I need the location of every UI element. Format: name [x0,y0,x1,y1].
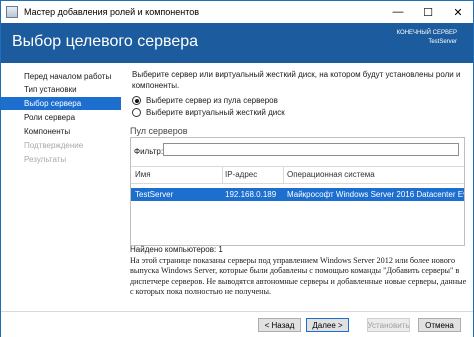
back-button[interactable]: < Назад [258,318,301,332]
step-server-selection[interactable]: Выбор сервера [1,97,121,110]
radio-selected-icon[interactable] [132,96,141,105]
destination-server: КОНЕЧНЫЙ СЕРВЕР TestServer [397,29,457,47]
radio-unselected-icon[interactable] [132,108,141,117]
destination-server-name: TestServer [428,39,457,45]
option-virtual-disk[interactable]: Выберите виртуальный жесткий диск [132,107,285,118]
wizard-steps: Перед началом работы Тип установки Выбор… [1,63,121,311]
step-before-you-begin[interactable]: Перед началом работы [1,70,121,83]
column-divider[interactable] [283,167,284,183]
server-table-header: Имя IP-адрес Операционная система [131,166,464,184]
filter-input[interactable] [163,143,459,156]
wizard-window: Мастер добавления ролей и компонентов — … [0,0,474,337]
option-server-pool-label: Выберите сервер из пула серверов [146,96,278,105]
filter-label: Фильтр: [134,147,164,156]
window-controls: — ☐ ✕ [383,1,473,23]
column-divider[interactable] [222,167,223,183]
option-server-pool[interactable]: Выберите сервер из пула серверов [132,95,278,106]
step-server-roles[interactable]: Роли сервера [1,111,121,124]
maximize-button[interactable]: ☐ [413,1,443,23]
install-button: Установить [367,318,410,332]
column-name[interactable]: Имя [135,170,151,179]
next-button[interactable]: Далее > [306,318,349,332]
page-title: Выбор целевого сервера [12,33,199,50]
cell-ip: 192.168.0.189 [225,190,277,199]
cell-os: Майкрософт Windows Server 2016 Datacente… [287,190,464,199]
description-text: Выберите сервер или виртуальный жесткий … [132,70,461,90]
column-os[interactable]: Операционная система [287,170,375,179]
filter-bar: Фильтр: [131,138,464,164]
window-title: Мастер добавления ролей и компонентов [24,7,200,17]
found-count: Найдено компьютеров: 1 [130,245,223,254]
main-content: Выберите сервер или виртуальный жесткий … [121,63,473,311]
wizard-footer: < Назад Далее > Установить Отмена [1,311,473,337]
column-ip[interactable]: IP-адрес [225,170,257,179]
wizard-header: Выбор целевого сервера КОНЕЧНЫЙ СЕРВЕР T… [1,23,473,63]
close-button[interactable]: ✕ [443,1,473,23]
title-bar[interactable]: Мастер добавления ролей и компонентов — … [1,1,473,23]
step-confirmation: Подтверждение [24,141,84,150]
minimize-button[interactable]: — [383,1,413,23]
cell-name: TestServer [135,190,174,199]
server-pool-heading: Пул серверов [130,126,188,136]
cancel-button[interactable]: Отмена [418,318,461,332]
server-pool-panel: Фильтр: Имя IP-адрес Операционная систем… [130,137,465,246]
info-text: На этой странице показаны серверы под уп… [130,256,467,296]
option-virtual-disk-label: Выберите виртуальный жесткий диск [146,108,285,117]
server-manager-icon [6,6,18,18]
table-row[interactable]: TestServer 192.168.0.189 Майкрософт Wind… [131,188,464,201]
step-results: Результаты [24,155,67,164]
step-installation-type[interactable]: Тип установки [1,83,121,96]
destination-label: КОНЕЧНЫЙ СЕРВЕР [396,30,457,36]
step-features[interactable]: Компоненты [1,125,121,138]
